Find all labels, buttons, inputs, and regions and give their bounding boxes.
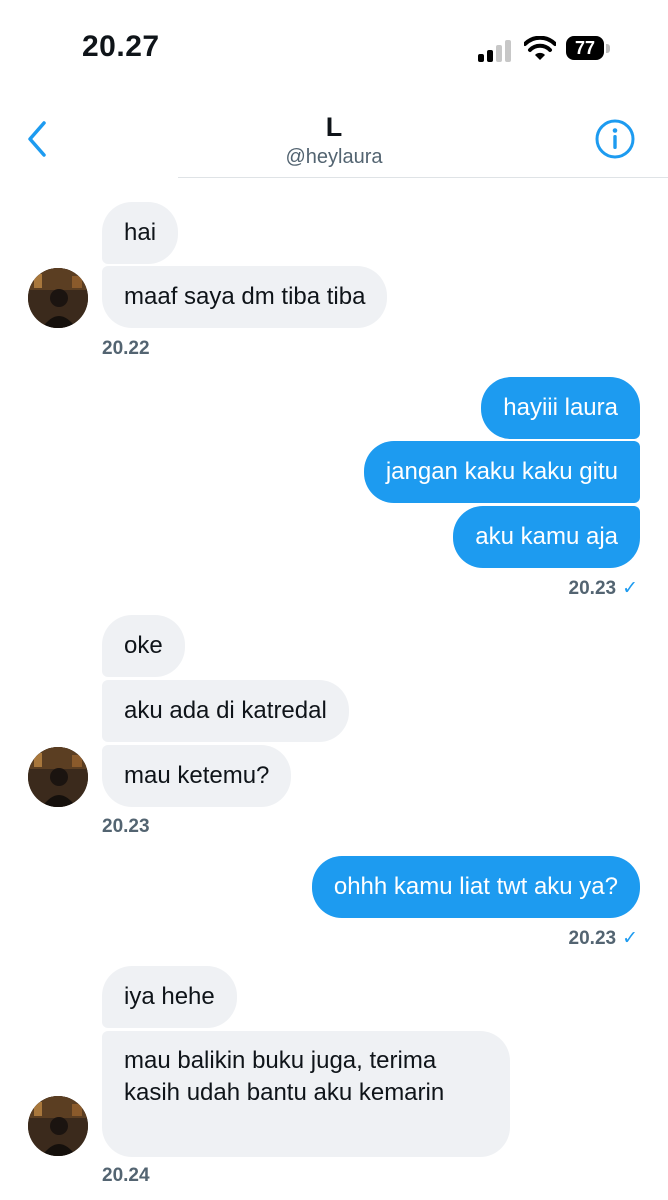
message-timestamp: 20.23 bbox=[568, 928, 617, 949]
sent-check-icon: ✓ bbox=[622, 928, 638, 949]
status-bar: 20.27 77 bbox=[0, 0, 668, 100]
message-bubble-incoming[interactable]: oke bbox=[102, 615, 185, 677]
contact-handle[interactable]: @heylaura bbox=[0, 146, 668, 169]
status-time: 20.27 bbox=[82, 30, 160, 63]
battery-level: 77 bbox=[566, 36, 604, 60]
cellular-signal-icon bbox=[478, 38, 514, 62]
info-icon[interactable] bbox=[594, 118, 636, 160]
message-bubble-outgoing[interactable]: ohhh kamu liat twt aku ya? bbox=[311, 856, 640, 918]
conversation-header: L @heylaura bbox=[0, 100, 668, 180]
message-bubble-incoming[interactable]: mau ketemu? bbox=[102, 745, 292, 807]
message-timestamp: 20.23 bbox=[568, 578, 617, 599]
message-timestamp: 20.24 bbox=[102, 1165, 150, 1186]
avatar[interactable] bbox=[28, 268, 88, 328]
message-bubble-outgoing[interactable]: jangan kaku kaku gitu bbox=[363, 441, 640, 503]
message-timestamp-row: 20.23 ✓ bbox=[569, 927, 638, 950]
contact-name[interactable]: L bbox=[0, 112, 668, 143]
message-bubble-outgoing[interactable]: hayiii laura bbox=[481, 377, 640, 439]
message-timestamp: 20.23 bbox=[102, 816, 150, 837]
avatar[interactable] bbox=[28, 747, 88, 807]
message-bubble-incoming[interactable]: mau balikin buku juga, terima kasih udah… bbox=[102, 1031, 510, 1157]
message-bubble-incoming[interactable]: hai bbox=[102, 202, 179, 264]
battery-icon: 77 bbox=[566, 36, 612, 62]
wifi-icon bbox=[524, 36, 556, 60]
message-timestamp-row: 20.23 ✓ bbox=[569, 577, 638, 600]
message-bubble-incoming[interactable]: iya hehe bbox=[102, 966, 237, 1028]
message-bubble-incoming[interactable]: aku ada di katredal bbox=[102, 680, 349, 742]
header-divider bbox=[178, 177, 668, 178]
message-timestamp: 20.22 bbox=[102, 338, 150, 359]
message-bubble-incoming[interactable]: maaf saya dm tiba tiba bbox=[102, 266, 388, 328]
message-bubble-outgoing[interactable]: aku kamu aja bbox=[453, 506, 640, 568]
avatar[interactable] bbox=[28, 1096, 88, 1156]
sent-check-icon: ✓ bbox=[622, 578, 638, 599]
